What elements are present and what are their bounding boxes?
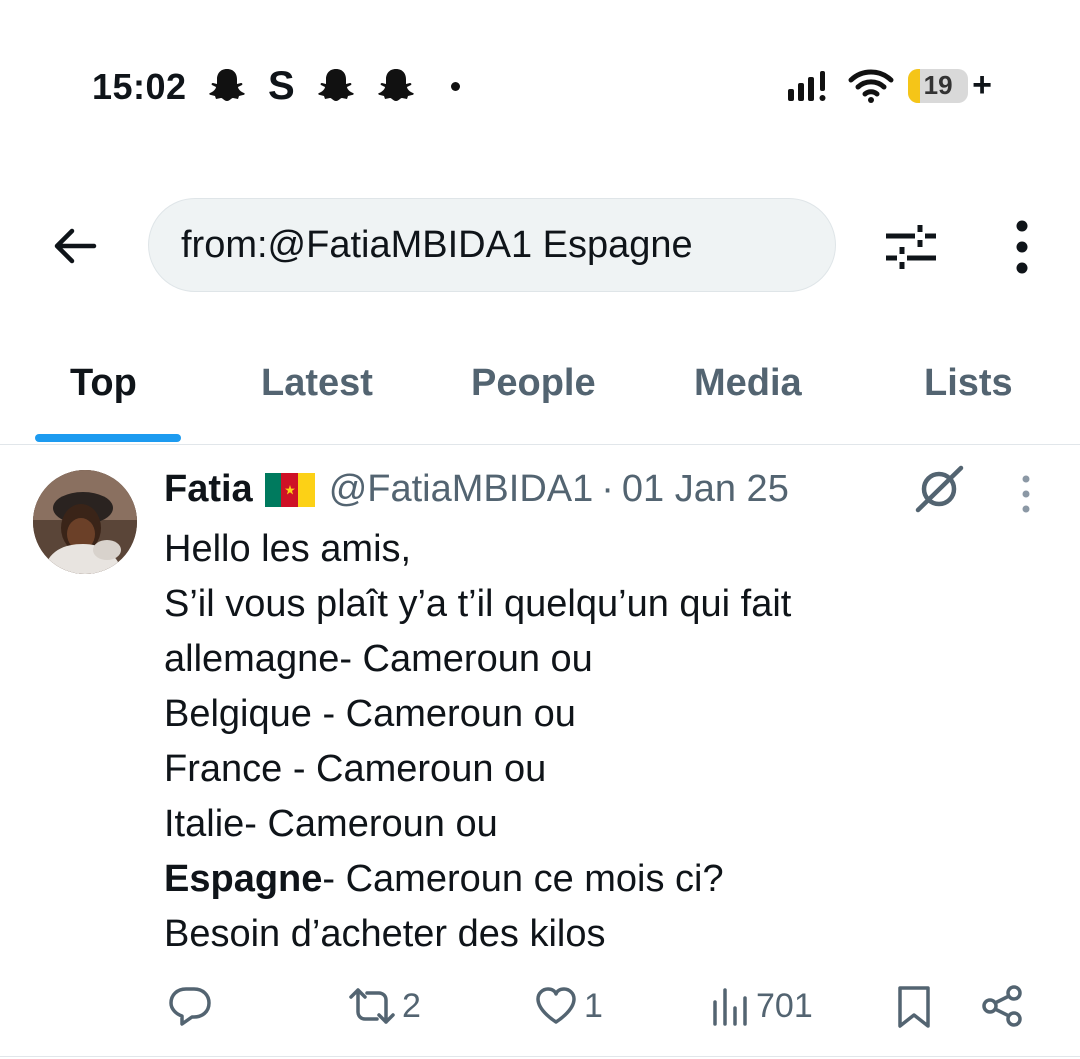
flag-stripe-green: [264, 472, 282, 507]
tweet-line-highlight: Espagne- Cameroun ce mois ci?: [164, 852, 1044, 907]
avatar-image: [33, 470, 137, 574]
tweet-line: Belgique - Cameroun ou: [164, 693, 576, 735]
signal-icon: [788, 70, 826, 101]
flag-stripe-yellow: [298, 472, 315, 507]
tab-media[interactable]: Media: [694, 362, 802, 405]
wifi-icon: [848, 69, 894, 103]
share-icon: [982, 985, 1022, 1027]
reply-icon: [169, 987, 211, 1026]
tweet-text: Hello les amis, S’il vous plaît y’a t’il…: [164, 522, 1044, 962]
snapchat-icon: [318, 69, 354, 101]
status-bar: 15:02 S 19 +: [0, 0, 1080, 170]
cameroon-flag-icon: [264, 472, 315, 507]
dot-icon: [450, 81, 460, 91]
views-icon: [713, 988, 747, 1026]
battery-indicator: 19 +: [908, 66, 992, 105]
heart-icon: [536, 987, 576, 1024]
battery-percent: 19: [923, 70, 953, 100]
search-term-highlight: Espagne: [164, 858, 323, 900]
tab-latest[interactable]: Latest: [261, 362, 373, 405]
battery-charging-plus: +: [972, 66, 992, 104]
avatar[interactable]: [33, 470, 137, 574]
tweet-line: Italie- Cameroun ou: [164, 803, 498, 845]
battery-level: [908, 68, 920, 103]
notification-icons: S: [208, 64, 460, 108]
tweet-line: France - Cameroun ou: [164, 748, 547, 790]
more-options-icon[interactable]: [1000, 218, 1044, 276]
search-bar[interactable]: [148, 198, 836, 292]
bookmark-button[interactable]: [894, 984, 934, 1030]
grok-icon[interactable]: [914, 464, 964, 514]
flag-stripe-red: [281, 472, 299, 507]
view-count: 701: [756, 986, 813, 1025]
status-time: 15:02: [92, 66, 187, 107]
share-button[interactable]: [980, 984, 1024, 1028]
retweet-button[interactable]: 2: [348, 984, 421, 1028]
like-count: 1: [584, 986, 603, 1025]
tab-top[interactable]: Top: [70, 362, 137, 405]
retweet-icon: [349, 988, 395, 1024]
highlight-rest: - Cameroun ce mois ci?: [322, 858, 724, 900]
author-name[interactable]: Fatia: [164, 468, 253, 511]
tweet-date[interactable]: 01 Jan 25: [622, 468, 789, 511]
tweet-actions: 2 1 701: [0, 980, 1080, 1036]
tweet-more-icon[interactable]: [1018, 474, 1034, 514]
search-filter-icon[interactable]: [884, 222, 938, 272]
views-button[interactable]: 701: [710, 984, 813, 1028]
tweet-line: allemagne- Cameroun ou: [164, 638, 593, 680]
search-tabs: Top Latest People Media Lists: [0, 340, 1080, 445]
tab-lists[interactable]: Lists: [924, 362, 1013, 405]
tab-people[interactable]: People: [471, 362, 596, 405]
tweet-line: Besoin d’acheter des kilos: [164, 913, 606, 955]
tweet-line: Hello les amis,: [164, 528, 412, 570]
search-input[interactable]: [181, 217, 801, 273]
divider: [0, 1056, 1080, 1057]
author-handle[interactable]: @FatiaMBIDA1: [329, 468, 594, 511]
snapchat-icon: [378, 69, 414, 101]
s-app-icon: S: [268, 64, 295, 108]
reply-button[interactable]: [168, 984, 212, 1028]
battery-icon: 19: [908, 68, 969, 103]
retweet-count: 2: [402, 986, 421, 1025]
bookmark-icon: [898, 986, 930, 1028]
active-tab-indicator: [35, 434, 181, 442]
flag-star-icon: [284, 484, 295, 494]
like-button[interactable]: 1: [534, 984, 603, 1028]
meta-separator: ·: [601, 468, 614, 510]
back-arrow-icon[interactable]: [50, 222, 98, 270]
system-icons: 19 +: [786, 66, 992, 105]
tweet-line: S’il vous plaît y’a t’il quelqu’un qui f…: [164, 583, 792, 625]
tweet-header: Fatia @FatiaMBIDA1 · 01 Jan 25: [164, 468, 789, 511]
snapchat-icon: [209, 69, 245, 101]
